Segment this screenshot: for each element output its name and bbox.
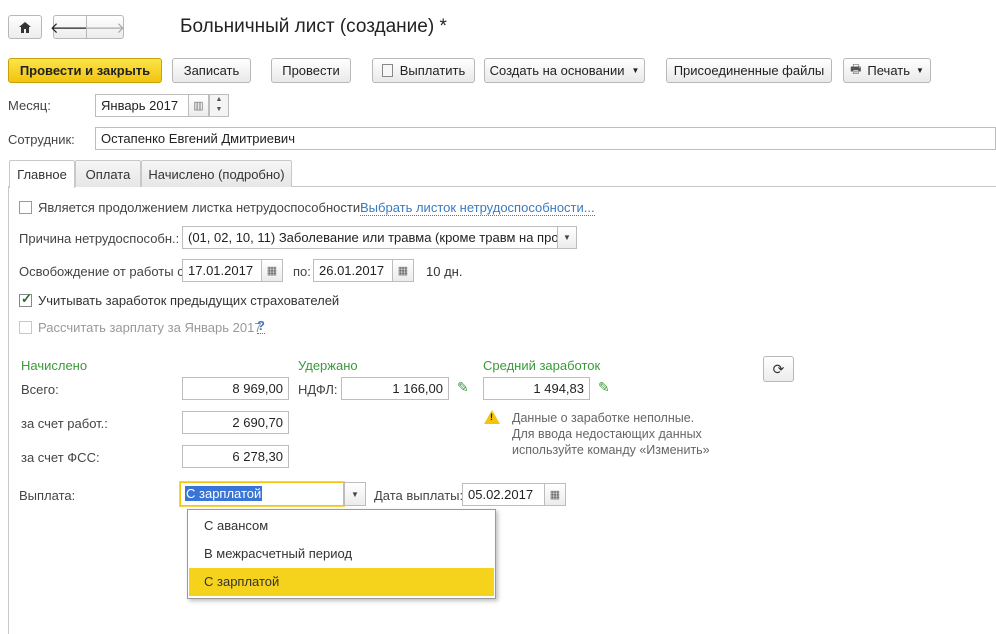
reason-field[interactable]: (01, 02, 10, 11) Заболевание или травма … [182,226,558,249]
month-field[interactable]: Январь 2017 [95,94,189,117]
chevron-down-icon: ▼ [916,66,924,75]
arrow-right-icon: 🡒 [84,19,126,37]
warning-line-3: используйте команду «Изменить» [512,443,710,457]
payment-field[interactable]: С зарплатой [180,482,344,506]
employee-field[interactable]: Остапенко Евгений Дмитриевич [95,127,996,150]
payment-date-calendar-button[interactable]: ▦ [544,483,566,506]
option-interim-period[interactable]: В межрасчетный период [189,540,494,568]
warning-icon: ! [484,410,500,424]
content-left-border [8,187,9,634]
month-picker-button[interactable]: ▥ [188,94,209,117]
continuation-checkbox[interactable] [19,201,32,214]
post-and-close-button[interactable]: Провести и закрыть [8,58,162,83]
prev-employers-label: Учитывать заработок предыдущих страховат… [38,293,340,308]
help-icon[interactable]: ? [257,319,265,334]
release-to-label: по: [293,264,311,279]
release-to-calendar-button[interactable]: ▦ [392,259,414,282]
home-button[interactable] [8,15,42,39]
payment-date-field[interactable]: 05.02.2017 [462,483,545,506]
accrued-header: Начислено [21,358,88,373]
tab-accrued-detailed[interactable]: Начислено (подробно) [141,160,292,187]
calendar-icon: ▦ [397,265,409,277]
reason-dropdown-button[interactable]: ▼ [557,226,577,249]
average-field[interactable]: 1 494,83 [483,377,590,400]
home-icon [19,21,31,33]
payment-date-label: Дата выплаты: [374,488,464,503]
printer-icon: 🖶 [850,62,862,76]
accrued-fss-field[interactable]: 6 278,30 [182,445,289,468]
month-spinner[interactable]: ▲ ▼ [209,94,229,117]
tab-payment[interactable]: Оплата [75,160,141,187]
prev-employers-checkbox[interactable]: ✓ [19,291,32,307]
chevron-down-icon: ▼ [631,66,640,75]
spin-up-icon[interactable]: ▲ [210,95,228,105]
calendar-icon: ▦ [549,489,561,501]
accrued-total-label: Всего: [21,382,59,397]
warning-line-2: Для ввода недостающих данных [512,427,702,441]
create-based-on-button[interactable]: Создать на основании ▼ [484,58,645,83]
payment-label: Выплата: [19,488,76,503]
calc-salary-checkbox[interactable] [19,321,32,334]
release-from-field[interactable]: 17.01.2017 [182,259,262,282]
edit-ndfl-icon[interactable]: ✎ [457,379,469,396]
release-days: 10 дн. [426,264,463,279]
save-button[interactable]: Записать [172,58,251,83]
option-with-salary[interactable]: С зарплатой [189,568,494,596]
spin-down-icon[interactable]: ▼ [210,105,228,115]
calendar-icon: ▦ [266,265,278,277]
select-sick-leave-link[interactable]: Выбрать листок нетрудоспособности... [360,200,595,216]
continuation-label: Является продолжением листка нетрудоспос… [38,200,364,215]
employee-label: Сотрудник: [8,132,75,147]
calendar-icon: ▥ [193,100,204,112]
release-from-calendar-button[interactable]: ▦ [261,259,283,282]
post-button[interactable]: Провести [271,58,351,83]
payment-dropdown-list: С авансом В межрасчетный период С зарпла… [187,509,496,599]
checkmark-icon: ✓ [21,291,32,306]
forward-button[interactable]: 🡒 [84,15,126,39]
document-icon [381,64,393,77]
refresh-button[interactable]: ⟳ [763,356,794,382]
create-based-label: Создать на основании [489,63,625,78]
page-title: Больничный лист (создание) * [180,16,447,37]
reason-label: Причина нетрудоспособн.: [19,231,180,246]
accrued-fss-label: за счет ФСС: [21,450,100,465]
option-with-advance[interactable]: С авансом [189,512,494,540]
print-label: Печать [867,63,910,78]
refresh-icon: ⟳ [772,360,785,377]
back-button[interactable]: 🡐 [50,15,90,39]
chevron-down-icon: ▼ [563,233,571,242]
accrued-total-field[interactable]: 8 969,00 [182,377,289,400]
calc-salary-label: Рассчитать зарплату за Январь 2017 [38,320,262,335]
pay-label: Выплатить [399,63,466,78]
print-button[interactable]: 🖶 Печать ▼ [843,58,931,83]
edit-average-icon[interactable]: ✎ [598,379,610,396]
pay-button[interactable]: Выплатить [372,58,475,83]
accrued-employer-field[interactable]: 2 690,70 [182,411,289,434]
chevron-down-icon: ▼ [351,489,359,499]
payment-dropdown-button[interactable]: ▼ [344,482,366,506]
release-label: Освобождение от работы с: [19,264,188,279]
accrued-employer-label: за счет работ.: [21,416,108,431]
month-label: Месяц: [8,98,51,113]
payment-value: С зарплатой [185,486,263,501]
release-to-field[interactable]: 26.01.2017 [313,259,393,282]
ndfl-field[interactable]: 1 166,00 [341,377,449,400]
average-header: Средний заработок [483,358,601,373]
attached-files-button[interactable]: Присоединенные файлы [666,58,832,83]
ndfl-label: НДФЛ: [298,382,338,397]
warning-line-1: Данные о заработке неполные. [512,411,695,425]
tab-main[interactable]: Главное [9,160,75,188]
withheld-header: Удержано [298,358,358,373]
